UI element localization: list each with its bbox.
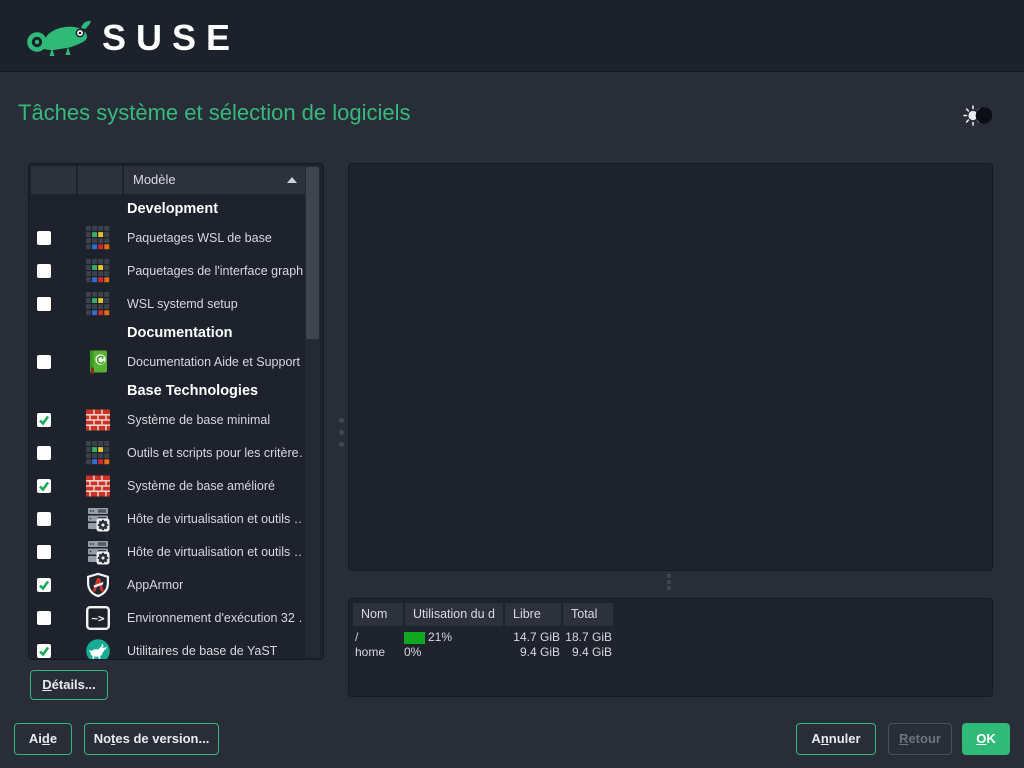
details-button[interactable]: Détails... (30, 670, 108, 700)
partition-usage: 0% (404, 645, 504, 660)
ok-button[interactable]: OK (962, 723, 1010, 755)
disk-header-total[interactable]: Total (563, 603, 613, 626)
disk-header-usage[interactable]: Utilisation du d (405, 603, 503, 626)
pattern-item-label: WSL systemd setup (127, 297, 238, 311)
sort-ascending-icon (287, 177, 297, 183)
pattern-item-label: Environnement d'exécution 32 … (127, 611, 303, 625)
pattern-item-row[interactable]: Paquetages de l'interface graph… (31, 254, 305, 287)
usage-percent-label: 0% (404, 645, 421, 659)
patterns-rows: Development Paquetages WSL de base Paqueta… (31, 196, 305, 659)
pattern-category-label: Base Technologies (127, 383, 258, 399)
pattern-checkbox[interactable] (37, 264, 51, 278)
bricks-icon (85, 407, 111, 433)
page-title: Tâches système et sélection de logiciels (18, 100, 411, 126)
bricks-icon (85, 473, 111, 499)
pattern-item-label: Hôte de virtualisation et outils … (127, 545, 303, 559)
pattern-item-row[interactable]: Documentation Aide et Support (31, 345, 305, 378)
partition-free: 14.7 GiB (503, 630, 560, 645)
description-panel (348, 163, 993, 571)
pattern-item-row[interactable]: Système de base minimal (31, 403, 305, 436)
partition-total: 18.7 GiB (562, 630, 612, 645)
pattern-checkbox[interactable] (37, 512, 51, 526)
yast-icon (85, 638, 111, 660)
pattern-item-row[interactable]: Outils et scripts pour les critère… (31, 436, 305, 469)
pattern-item-row[interactable]: WSL systemd setup (31, 287, 305, 320)
pattern-checkbox[interactable] (37, 611, 51, 625)
header-icon-column[interactable] (78, 166, 122, 194)
pattern-item-label: Outils et scripts pour les critère… (127, 446, 303, 460)
usage-bar (404, 632, 425, 644)
partition-total: 9.4 GiB (562, 645, 612, 660)
disk-header-free[interactable]: Libre (505, 603, 561, 626)
disk-header-name[interactable]: Nom (353, 603, 403, 626)
partition-free: 9.4 GiB (503, 645, 560, 660)
pattern-item-label: Système de base minimal (127, 413, 270, 427)
disk-rows: / 21% 14.7 GiB18.7 GiB home 0% 9.4 GiB9.4 GiB (353, 630, 988, 660)
pattern-item-label: Système de base amélioré (127, 479, 275, 493)
pattern-checkbox[interactable] (37, 231, 51, 245)
dark-mode-toggle-icon[interactable] (960, 102, 996, 130)
pattern-item-label: Hôte de virtualisation et outils … (127, 512, 303, 526)
pattern-grid-icon (85, 291, 111, 317)
pattern-item-label: Paquetages WSL de base (127, 231, 272, 245)
pattern-item-label: Utilitaires de base de YaST (127, 644, 277, 658)
server-icon (85, 506, 111, 532)
partition-usage: 21% (404, 630, 504, 645)
pattern-category-label: Development (127, 201, 218, 217)
pattern-item-row[interactable]: Utilitaires de base de YaST (31, 634, 305, 659)
svg-text:~>: ~> (91, 612, 105, 625)
pattern-item-row[interactable]: ~> Environnement d'exécution 32 … (31, 601, 305, 634)
pattern-item-label: AppArmor (127, 578, 183, 592)
scrollbar-thumb[interactable] (306, 167, 319, 339)
pattern-grid-icon (85, 225, 111, 251)
top-bar: SUSE (0, 0, 1024, 72)
pattern-item-row[interactable]: Hôte de virtualisation et outils … (31, 535, 305, 568)
usage-percent-label: 21% (428, 630, 452, 644)
pattern-checkbox[interactable] (37, 578, 51, 592)
horizontal-splitter-handle[interactable] (665, 574, 673, 594)
pattern-category-row[interactable]: Development (31, 196, 305, 221)
pattern-checkbox[interactable] (37, 297, 51, 311)
pattern-grid-icon (85, 440, 111, 466)
pattern-checkbox[interactable] (37, 413, 51, 427)
pattern-checkbox[interactable] (37, 644, 51, 658)
pattern-category-row[interactable]: Documentation (31, 320, 305, 345)
back-button[interactable]: Retour (888, 723, 952, 755)
pattern-item-row[interactable]: Hôte de virtualisation et outils … (31, 502, 305, 535)
partition-name: home (355, 645, 385, 660)
pattern-checkbox[interactable] (37, 545, 51, 559)
header-model-label: Modèle (133, 172, 176, 187)
pattern-grid-icon (85, 258, 111, 284)
partition-name: / (355, 630, 358, 645)
pattern-checkbox[interactable] (37, 479, 51, 493)
pattern-category-label: Documentation (127, 325, 233, 341)
pattern-item-label: Documentation Aide et Support (127, 355, 300, 369)
pattern-item-row[interactable]: Système de base amélioré (31, 469, 305, 502)
help-button[interactable]: Aide (14, 723, 72, 755)
header-checkbox-column[interactable] (31, 166, 76, 194)
book-icon (85, 349, 111, 375)
pattern-item-label: Paquetages de l'interface graph… (127, 264, 303, 278)
brand-wordmark: SUSE (102, 17, 240, 59)
disk-usage-table: Nom Utilisation du d Libre Total / 21% 14.… (348, 598, 993, 697)
pattern-checkbox[interactable] (37, 446, 51, 460)
cancel-button[interactable]: Annuler (796, 723, 876, 755)
pattern-item-row[interactable]: AppArmor (31, 568, 305, 601)
release-notes-button[interactable]: Notes de version... (84, 723, 219, 755)
disk-row: / 21% 14.7 GiB18.7 GiB (353, 630, 988, 645)
shield-icon (85, 572, 111, 598)
terminal-icon: ~> (85, 605, 111, 631)
disk-row: home 0% 9.4 GiB9.4 GiB (353, 645, 988, 660)
pattern-checkbox[interactable] (37, 355, 51, 369)
vertical-splitter-handle[interactable] (337, 418, 345, 450)
pattern-item-row[interactable]: Paquetages WSL de base (31, 221, 305, 254)
server-icon (85, 539, 111, 565)
patterns-scrollbar[interactable] (305, 166, 320, 657)
header-model-column[interactable]: Modèle (124, 166, 305, 194)
patterns-table: Modèle Development Paquetages WSL de base… (28, 163, 324, 660)
suse-chameleon-logo-icon (24, 13, 96, 59)
yast-software-selection-window: { "brand": { "name": "SUSE" }, "page": {… (0, 0, 1024, 768)
pattern-category-row[interactable]: Base Technologies (31, 378, 305, 403)
